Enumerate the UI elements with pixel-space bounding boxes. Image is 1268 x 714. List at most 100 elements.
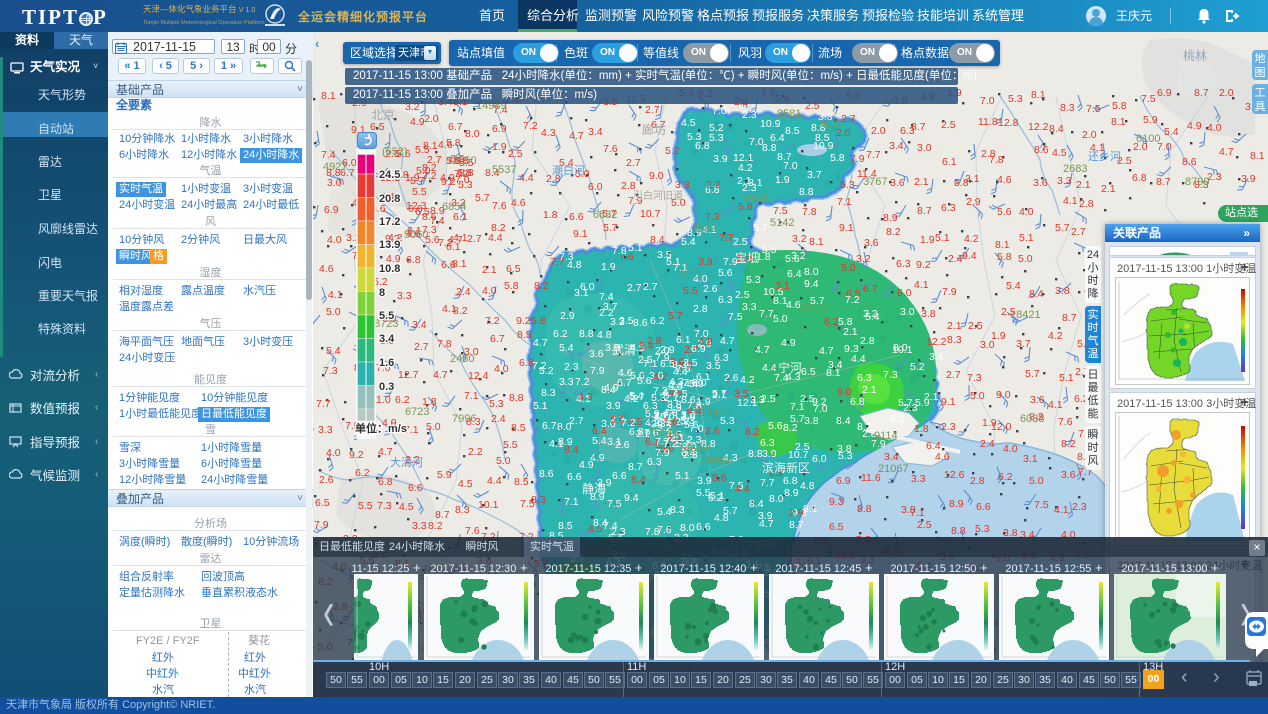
svg-text:5.2: 5.2 (539, 365, 554, 377)
svg-text:7.5: 7.5 (1086, 103, 1101, 115)
svg-text:8.7: 8.7 (628, 461, 643, 473)
svg-text:5.9: 5.9 (915, 397, 930, 409)
svg-text:6.0: 6.0 (897, 287, 912, 299)
svg-text:3.9: 3.9 (762, 448, 777, 460)
svg-text:3.4: 3.4 (588, 126, 603, 138)
svg-text:2.9: 2.9 (789, 507, 804, 519)
svg-text:4.8: 4.8 (800, 480, 815, 492)
svg-text:7.3: 7.3 (883, 369, 898, 381)
svg-text:7.2: 7.2 (845, 294, 860, 306)
svg-text:4.7: 4.7 (433, 369, 448, 381)
svg-text:4.5: 4.5 (681, 117, 696, 129)
svg-text:3.3: 3.3 (412, 520, 427, 532)
svg-text:12.6: 12.6 (944, 469, 965, 481)
svg-text:5.7: 5.7 (1055, 222, 1070, 234)
svg-text:6.6: 6.6 (976, 501, 991, 513)
svg-text:4.6: 4.6 (935, 451, 950, 463)
svg-text:3.3: 3.3 (911, 473, 926, 485)
svg-text:5.2: 5.2 (665, 145, 680, 157)
svg-text:2.6: 2.6 (319, 474, 334, 486)
svg-text:4.4: 4.4 (735, 483, 750, 495)
svg-text:3.0: 3.0 (917, 142, 932, 154)
svg-text:2.9: 2.9 (660, 344, 675, 356)
svg-text:1.8: 1.8 (914, 423, 929, 435)
svg-text:5.4: 5.4 (629, 390, 644, 402)
svg-text:5060: 5060 (404, 229, 428, 241)
svg-text:3.8: 3.8 (921, 308, 936, 320)
svg-text:引白河旧道: 引白河旧道 (633, 189, 683, 202)
svg-text:4.0: 4.0 (1207, 122, 1222, 134)
svg-text:4.8: 4.8 (714, 512, 729, 524)
svg-text:7.2: 7.2 (575, 376, 590, 388)
svg-text:2.3: 2.3 (941, 421, 956, 433)
svg-text:6.7: 6.7 (490, 333, 505, 345)
svg-text:3.6: 3.6 (1061, 469, 1076, 481)
svg-text:3.3: 3.3 (742, 301, 757, 313)
svg-text:6.5: 6.5 (829, 521, 844, 533)
svg-text:8.1: 8.1 (803, 503, 818, 515)
svg-text:3.7: 3.7 (1016, 338, 1031, 350)
svg-text:4.8: 4.8 (567, 259, 582, 271)
svg-text:1.6: 1.6 (379, 357, 394, 369)
svg-text:4.2: 4.2 (740, 374, 755, 386)
svg-text:4.6: 4.6 (511, 197, 526, 209)
svg-text:6.5: 6.5 (660, 358, 675, 370)
svg-text:4.1: 4.1 (1054, 504, 1069, 516)
svg-text:宁河: 宁河 (778, 360, 802, 375)
svg-text:3.6: 3.6 (1030, 394, 1045, 406)
svg-text:2.4: 2.4 (948, 253, 963, 265)
svg-text:4.0: 4.0 (326, 447, 341, 459)
svg-text:12.2: 12.2 (1028, 121, 1049, 133)
svg-text:6.8: 6.8 (783, 475, 798, 487)
svg-text:2.8: 2.8 (860, 335, 875, 347)
svg-text:8790: 8790 (1185, 176, 1209, 188)
svg-text:4.6: 4.6 (786, 299, 801, 311)
svg-text:8.1: 8.1 (826, 367, 841, 379)
svg-text:8.8: 8.8 (579, 328, 594, 340)
svg-text:4.1: 4.1 (914, 279, 929, 291)
svg-text:4.1: 4.1 (453, 232, 468, 244)
svg-text:6.9: 6.9 (324, 204, 339, 216)
svg-text:4.5: 4.5 (458, 478, 473, 490)
svg-text:2.0: 2.0 (424, 113, 439, 125)
svg-text:6.0: 6.0 (812, 453, 827, 465)
svg-text:5.6: 5.6 (785, 253, 800, 265)
svg-text:6100: 6100 (1136, 133, 1160, 145)
svg-text:4.0: 4.0 (1019, 206, 1034, 218)
svg-text:(652): (652) (382, 146, 408, 158)
svg-text:6.2: 6.2 (553, 328, 568, 340)
svg-text:4.2: 4.2 (738, 162, 753, 174)
svg-text:4.9: 4.9 (410, 116, 425, 128)
svg-text:7.0: 7.0 (455, 174, 470, 186)
svg-text:单位：m/s: 单位：m/s (355, 421, 407, 435)
svg-text:9.1: 9.1 (839, 222, 854, 234)
svg-text:宝坻: 宝坻 (735, 250, 759, 265)
svg-text:8.8: 8.8 (799, 186, 814, 198)
svg-text:3.2: 3.2 (610, 316, 625, 328)
svg-text:2.5: 2.5 (508, 148, 523, 160)
svg-text:2.7: 2.7 (627, 282, 642, 294)
svg-text:2.7: 2.7 (645, 104, 660, 116)
svg-text:9.1: 9.1 (573, 228, 588, 240)
svg-text:5.3: 5.3 (840, 179, 855, 191)
svg-text:5.0: 5.0 (841, 262, 856, 274)
svg-text:4.4: 4.4 (519, 172, 534, 184)
svg-text:8.0: 8.0 (557, 421, 572, 433)
svg-text:7.8: 7.8 (989, 154, 1004, 166)
svg-text:2.1: 2.1 (843, 326, 858, 338)
svg-text:4.3: 4.3 (541, 127, 556, 139)
svg-text:7.0: 7.0 (749, 136, 764, 148)
svg-text:5.3: 5.3 (746, 274, 761, 286)
svg-text:2.2: 2.2 (706, 179, 721, 191)
svg-text:5.0: 5.0 (426, 421, 441, 433)
svg-text:8.9: 8.9 (883, 212, 898, 224)
svg-text:5.5: 5.5 (683, 285, 698, 297)
svg-text:8.9: 8.9 (784, 487, 799, 499)
svg-text:5.4: 5.4 (326, 345, 341, 357)
svg-text:6.3: 6.3 (760, 437, 775, 449)
svg-text:5.3: 5.3 (975, 523, 990, 535)
svg-text:8.6: 8.6 (633, 317, 648, 329)
svg-text:3.8: 3.8 (1055, 285, 1070, 297)
svg-text:4.5: 4.5 (1052, 147, 1067, 159)
svg-text:2.6: 2.6 (705, 425, 720, 437)
